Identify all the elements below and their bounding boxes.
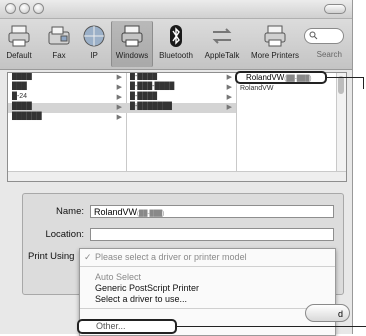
print-using-label: Print Using bbox=[28, 251, 75, 262]
list-item[interactable]: ████ ▶ bbox=[8, 73, 126, 83]
toolbar-more-printers-button[interactable]: More Printers bbox=[248, 21, 302, 67]
toolbar-toggle-button[interactable] bbox=[324, 4, 346, 14]
menu-item-select-driver[interactable]: Select a driver to use... bbox=[80, 294, 335, 305]
list-item[interactable]: █-████ ▶ bbox=[126, 73, 236, 83]
more-printers-icon bbox=[264, 25, 286, 47]
toolbar-label: IP bbox=[90, 51, 98, 60]
list-item[interactable]: █-24 ▶ bbox=[8, 93, 126, 103]
name-field[interactable]: RolandVW(██-███) bbox=[90, 205, 334, 218]
printer-browser-window: Default Fax IP Windows Bluetooth AppleTa… bbox=[0, 0, 353, 336]
toolbar-label: Windows bbox=[115, 51, 149, 60]
location-field[interactable] bbox=[90, 228, 334, 241]
menu-item-other[interactable] bbox=[77, 319, 177, 334]
vertical-scrollbar[interactable] bbox=[336, 73, 346, 179]
browser-column-2: █-████ ▶ █-███-████ ▶ █-████ ▶ █-███████ ▶ bbox=[126, 73, 237, 179]
selected-printer-row[interactable]: RolandVW(██-███) bbox=[235, 71, 327, 84]
toolbar-label: Fax bbox=[52, 51, 66, 60]
toolbar-label: Bluetooth bbox=[159, 51, 193, 60]
title-bar bbox=[0, 0, 352, 19]
toolbar: Default Fax IP Windows Bluetooth AppleTa… bbox=[0, 19, 352, 70]
windows-printer-icon bbox=[121, 25, 143, 47]
toolbar-appletalk-button[interactable]: AppleTalk bbox=[200, 21, 244, 67]
toolbar-label: More Printers bbox=[250, 51, 299, 60]
cancel-button[interactable]: d bbox=[305, 304, 350, 322]
toolbar-ip-button[interactable]: IP bbox=[80, 21, 108, 67]
toolbar-label: Default bbox=[6, 51, 32, 60]
callout-line bbox=[327, 77, 363, 78]
list-item[interactable]: █-███████ ▶ bbox=[126, 103, 236, 113]
horizontal-scrollbar[interactable] bbox=[8, 171, 346, 181]
bluetooth-icon bbox=[170, 25, 182, 47]
toolbar-default-button[interactable]: Default bbox=[2, 21, 36, 67]
menu-item-auto-select[interactable]: Auto Select bbox=[80, 272, 335, 283]
list-item[interactable]: ███ ▶ bbox=[8, 83, 126, 93]
menu-separator bbox=[80, 308, 335, 309]
ip-globe-icon bbox=[83, 25, 105, 47]
search-label: Search bbox=[316, 50, 342, 59]
list-item[interactable]: ██████ ▶ bbox=[8, 113, 126, 123]
callout-line bbox=[177, 326, 366, 327]
appletalk-icon bbox=[212, 28, 232, 44]
menu-item-other-label: Other... bbox=[96, 321, 126, 331]
toolbar-fax-button[interactable]: Fax bbox=[44, 21, 74, 67]
menu-item-placeholder: ✓ Please select a driver or printer mode… bbox=[84, 252, 247, 262]
name-label: Name: bbox=[56, 206, 84, 217]
zoom-button[interactable] bbox=[33, 3, 44, 14]
list-item[interactable]: █-████ ▶ bbox=[126, 93, 236, 103]
browser-column-1: ████ ▶ ███ ▶ █-24 ▶ ████ ▶ ██████ ▶ bbox=[8, 73, 127, 179]
printer-browser-list: ████ ▶ ███ ▶ █-24 ▶ ████ ▶ ██████ ▶ █-████ ▶ █… bbox=[7, 72, 347, 182]
location-label: Location: bbox=[45, 229, 84, 240]
toolbar-bluetooth-button[interactable]: Bluetooth bbox=[156, 21, 196, 67]
fax-icon bbox=[48, 26, 70, 45]
default-printer-icon bbox=[8, 25, 30, 47]
list-item[interactable]: █-███-████ ▶ bbox=[126, 83, 236, 93]
menu-item-generic-postscript[interactable]: Generic PostScript Printer bbox=[80, 283, 335, 294]
search-input[interactable] bbox=[304, 28, 344, 44]
minimize-button[interactable] bbox=[19, 3, 30, 14]
callout-line bbox=[363, 77, 364, 89]
toolbar-windows-button[interactable]: Windows bbox=[111, 21, 153, 67]
browser-column-3: RolandVW bbox=[236, 73, 336, 179]
search-icon bbox=[309, 31, 318, 40]
checkmark-icon: ✓ bbox=[84, 252, 92, 262]
list-item[interactable]: RolandVW bbox=[236, 85, 336, 95]
menu-separator bbox=[80, 266, 335, 267]
list-item[interactable]: ████ ▶ bbox=[8, 103, 126, 113]
close-button[interactable] bbox=[5, 3, 16, 14]
toolbar-label: AppleTalk bbox=[204, 51, 240, 60]
